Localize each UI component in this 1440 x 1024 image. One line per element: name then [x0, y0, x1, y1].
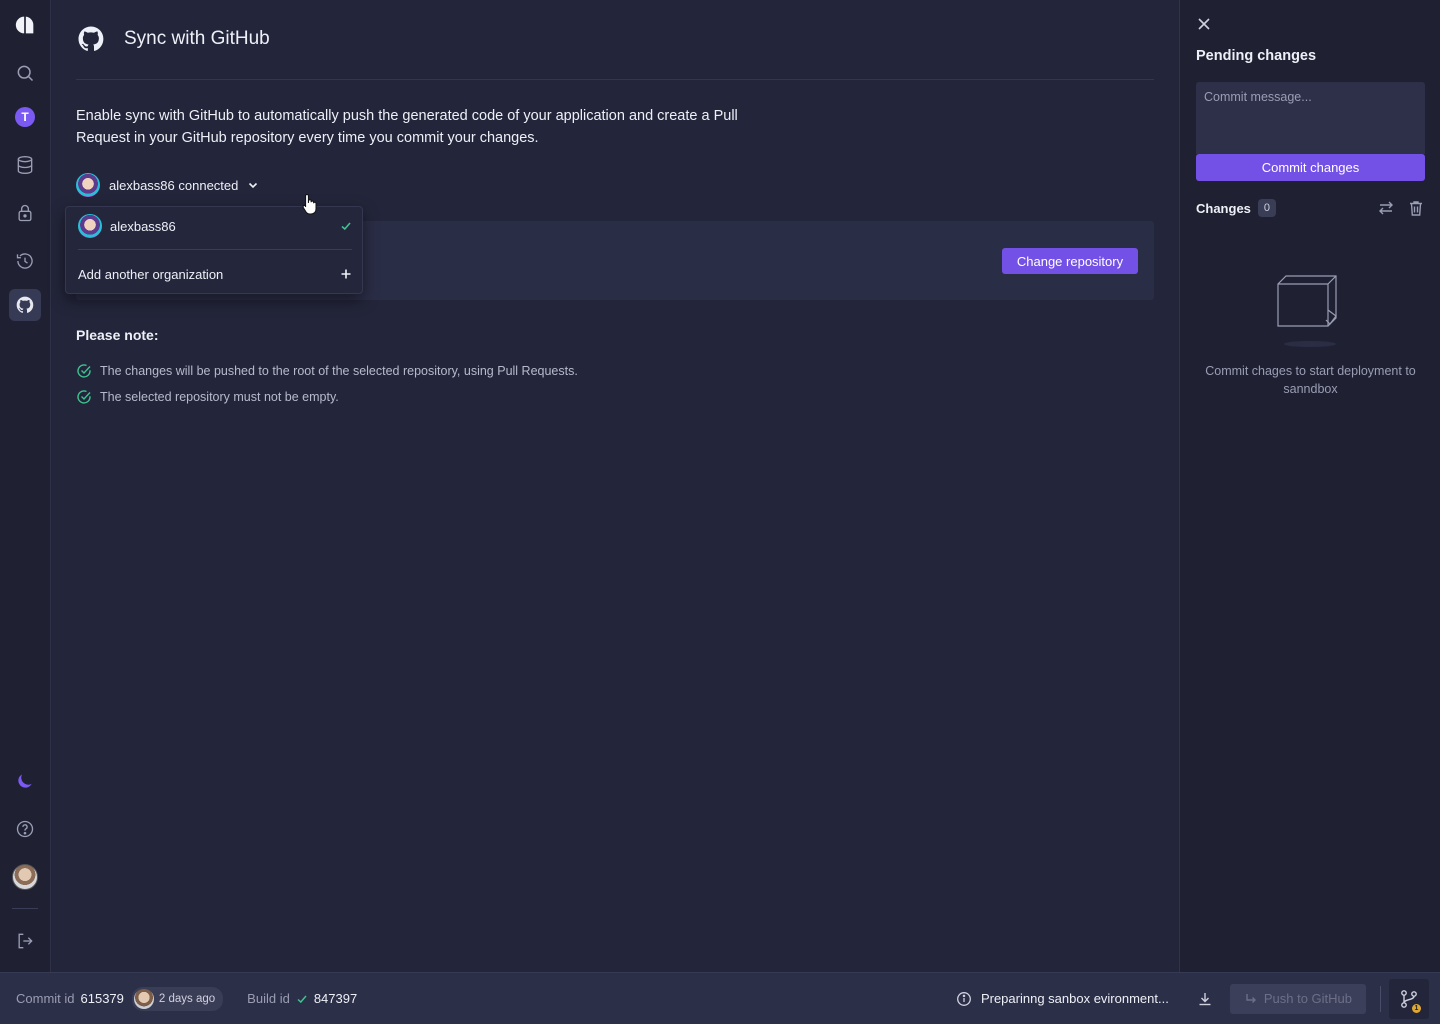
- hand-cursor-icon: [302, 193, 317, 215]
- note-text: The selected repository must not be empt…: [100, 390, 339, 404]
- changes-header: Changes 0: [1196, 199, 1425, 217]
- note-item: The changes will be pushed to the root o…: [76, 363, 578, 379]
- commit-author-avatar: [133, 988, 154, 1009]
- connection-label: alexbass86 connected: [109, 177, 239, 193]
- deployment-status: Preparinng sanbox evironment...: [956, 991, 1169, 1007]
- workspace-avatar[interactable]: T: [9, 101, 41, 133]
- user-avatar[interactable]: [9, 861, 41, 893]
- account-selector[interactable]: alexbass86 connected: [76, 173, 259, 197]
- chevron-down-icon: [249, 182, 258, 189]
- trash-icon[interactable]: [1407, 199, 1425, 217]
- theme-toggle-icon[interactable]: [9, 765, 41, 797]
- check-circle-icon: [77, 390, 91, 404]
- logo-icon[interactable]: [9, 9, 41, 41]
- database-icon[interactable]: [9, 149, 41, 181]
- left-rail: T: [0, 0, 51, 972]
- page-header: Sync with GitHub: [76, 24, 270, 54]
- note-item: The selected repository must not be empt…: [76, 389, 339, 405]
- push-label: Push to GitHub: [1263, 991, 1352, 1006]
- plus-icon: [340, 268, 352, 280]
- header-divider: [76, 79, 1154, 80]
- sync-description: Enable sync with GitHub to automatically…: [76, 108, 738, 146]
- download-icon[interactable]: [1197, 991, 1213, 1007]
- panel-title: Pending changes: [1196, 48, 1317, 64]
- status-text: Preparinng sanbox evironment...: [980, 991, 1169, 1006]
- pending-badge: 1: [1412, 1003, 1421, 1013]
- account-avatar: [78, 214, 102, 238]
- commit-message-input[interactable]: [1196, 82, 1425, 154]
- app-root: T Sync with GitHub Enable sync with GitH…: [0, 0, 1440, 1024]
- status-divider: [1380, 985, 1381, 1012]
- close-icon[interactable]: [1194, 14, 1214, 34]
- history-icon[interactable]: [9, 245, 41, 277]
- rail-divider: [12, 908, 38, 909]
- help-icon[interactable]: [9, 813, 41, 845]
- check-icon: [297, 995, 307, 1003]
- workspace-initial: T: [15, 107, 35, 127]
- compare-icon[interactable]: [1377, 199, 1395, 217]
- search-icon[interactable]: [9, 57, 41, 89]
- commit-time: 2 days ago: [158, 992, 216, 1005]
- page-title: Sync with GitHub: [124, 28, 270, 49]
- commit-id-value: 615379: [80, 991, 124, 1006]
- account-dropdown: alexbass86 Add another organization: [65, 206, 363, 294]
- commit-id-label: Commit id: [16, 991, 75, 1006]
- note-title: Please note:: [76, 327, 159, 343]
- changes-label: Changes: [1196, 200, 1251, 216]
- add-organization-item[interactable]: Add another organization: [66, 262, 364, 286]
- dropdown-divider: [78, 249, 352, 250]
- dropdown-item-account[interactable]: alexbass86: [66, 213, 364, 239]
- info-icon: [957, 991, 971, 1006]
- change-repository-button[interactable]: Change repository: [1002, 248, 1138, 274]
- logout-icon[interactable]: [9, 925, 41, 957]
- commit-author-chip: 2 days ago: [131, 986, 224, 1011]
- main-panel: Sync with GitHub Enable sync with GitHub…: [52, 0, 1178, 972]
- github-nav-icon[interactable]: [9, 289, 41, 321]
- commit-changes-button[interactable]: Commit changes: [1196, 154, 1425, 181]
- changes-actions: [1377, 199, 1425, 217]
- push-to-github-button[interactable]: Push to GitHub: [1229, 983, 1366, 1014]
- empty-box-illustration: [1277, 275, 1337, 347]
- note-text: The changes will be pushed to the root o…: [100, 364, 578, 378]
- github-account-avatar: [76, 173, 100, 197]
- pending-changes-panel: Pending changes Commit changes Changes 0…: [1179, 0, 1440, 972]
- empty-state-text: Commit chages to start deployment to san…: [1205, 364, 1416, 396]
- status-bar: Commit id 615379 2 days ago Build id 847…: [0, 972, 1440, 1024]
- add-organization-label: Add another organization: [78, 266, 224, 282]
- push-arrow-icon: [1246, 993, 1256, 1003]
- build-id-value: 847397: [313, 991, 358, 1006]
- lock-icon[interactable]: [9, 197, 41, 229]
- build-id-label: Build id: [247, 991, 290, 1006]
- user-avatar-image: [12, 864, 38, 890]
- github-icon: [78, 26, 104, 51]
- check-circle-icon: [77, 364, 91, 378]
- git-branch-button[interactable]: 1: [1389, 978, 1429, 1019]
- account-name: alexbass86: [110, 218, 176, 234]
- check-icon: [340, 220, 352, 232]
- changes-count-badge: 0: [1257, 199, 1276, 217]
